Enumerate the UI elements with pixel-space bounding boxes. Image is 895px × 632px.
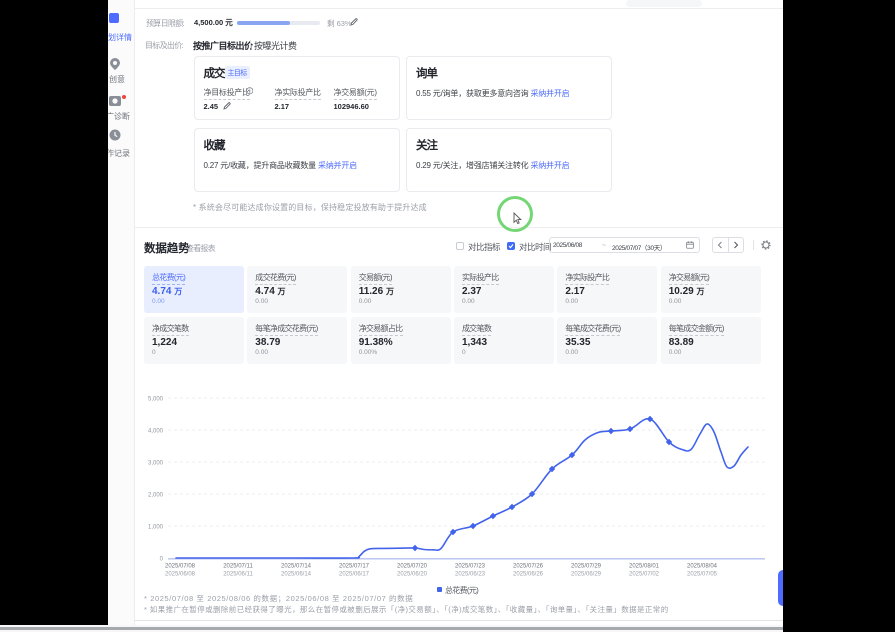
- svg-text:2025/07/17: 2025/07/17: [339, 564, 370, 570]
- svg-text:2025/07/26: 2025/07/26: [513, 564, 544, 570]
- svg-text:2025/08/04: 2025/08/04: [687, 564, 718, 570]
- svg-text:2025/07/29: 2025/07/29: [571, 564, 602, 570]
- svg-text:2025/06/11: 2025/06/11: [223, 572, 253, 578]
- svg-text:2025/07/14: 2025/07/14: [281, 564, 312, 570]
- svg-text:2025/08/01: 2025/08/01: [629, 564, 660, 570]
- svg-text:总花费(元): 总花费(元): [445, 585, 479, 595]
- svg-text:2025/07/08: 2025/07/08: [165, 564, 196, 570]
- svg-text:2025/06/26: 2025/06/26: [513, 572, 544, 578]
- svg-text:2025/07/20: 2025/07/20: [397, 564, 428, 570]
- svg-text:0: 0: [160, 557, 164, 563]
- svg-text:2025/06/23: 2025/06/23: [455, 572, 486, 578]
- svg-text:1,000: 1,000: [148, 525, 164, 531]
- svg-text:2025/06/20: 2025/06/20: [397, 572, 428, 578]
- svg-text:2025/06/29: 2025/06/29: [571, 572, 602, 578]
- svg-text:2025/07/23: 2025/07/23: [455, 564, 486, 570]
- svg-text:2,000: 2,000: [148, 493, 164, 499]
- svg-text:2025/07/02: 2025/07/02: [629, 572, 660, 578]
- svg-text:2025/07/05: 2025/07/05: [687, 572, 718, 578]
- svg-text:2025/06/14: 2025/06/14: [281, 572, 312, 578]
- svg-text:5,000: 5,000: [148, 397, 164, 403]
- svg-text:4,000: 4,000: [148, 429, 164, 435]
- svg-text:2025/06/08: 2025/06/08: [165, 572, 196, 578]
- svg-text:3,000: 3,000: [148, 461, 164, 467]
- svg-text:2025/06/17: 2025/06/17: [339, 572, 370, 578]
- svg-text:2025/07/11: 2025/07/11: [223, 564, 253, 570]
